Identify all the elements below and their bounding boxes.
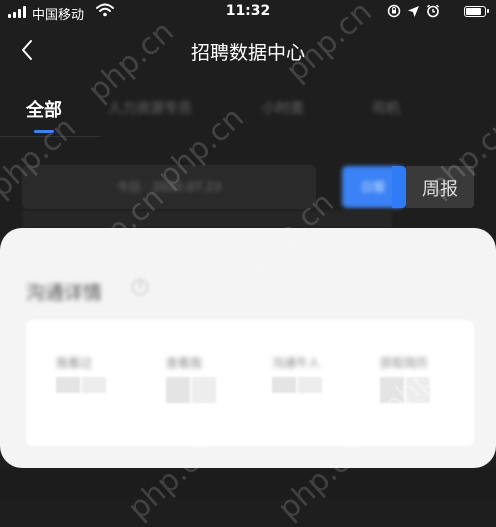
bottom-area [0,470,496,498]
tab-divider [0,136,100,137]
category-tabs: 全部 人力资源专员 小时类 司机 [0,90,496,137]
stat-contacted-talent[interactable]: 沟通牛人 [272,354,352,393]
stats-panel: 我看过 查看我 沟通牛人 获取简历 [26,320,474,446]
tab-driver[interactable]: 司机 [372,98,400,118]
rotation-lock-icon [387,4,401,18]
alarm-icon [427,4,439,18]
daily-report-button-edge [392,166,406,208]
location-icon [408,5,419,17]
navigation-bar: 招聘数据中心 [0,26,496,76]
communication-details-card: 沟通详情 ? 我看过 查看我 沟通牛人 获取简历 [0,228,496,468]
stat-value-placeholder [56,377,136,393]
date-text: 今日 · 2020.07.23 [116,180,222,194]
question-circle-icon[interactable]: ? [132,279,148,295]
stat-value-placeholder [380,377,460,403]
stat-viewed[interactable]: 我看过 [56,354,136,393]
stat-label: 获取简历 [380,356,429,370]
battery-icon [464,6,489,17]
stat-label: 我看过 [56,356,93,370]
stat-value-placeholder [272,377,352,393]
stat-label: 沟通牛人 [272,356,321,370]
status-bar: 中国移动 11:32 [0,0,496,26]
tab-hourly[interactable]: 小时类 [262,98,304,118]
page-title: 招聘数据中心 [190,42,305,64]
stat-resumes-obtained[interactable]: 获取简历 [380,354,460,403]
date-selector[interactable]: 今日 · 2020.07.23 [22,165,316,209]
tab-hr-specialist[interactable]: 人力资源专员 [108,98,192,118]
filter-shadow [22,210,392,228]
tab-all[interactable]: 全部 [26,96,62,122]
stat-label: 查看我 [166,356,203,370]
weekly-report-button[interactable]: 周报 [406,166,474,208]
stat-viewed-me[interactable]: 查看我 [166,354,246,403]
weekly-report-label: 周报 [422,179,458,200]
card-title: 沟通详情 [26,282,103,304]
active-tab-indicator [34,130,54,133]
stat-value-placeholder [166,377,246,403]
